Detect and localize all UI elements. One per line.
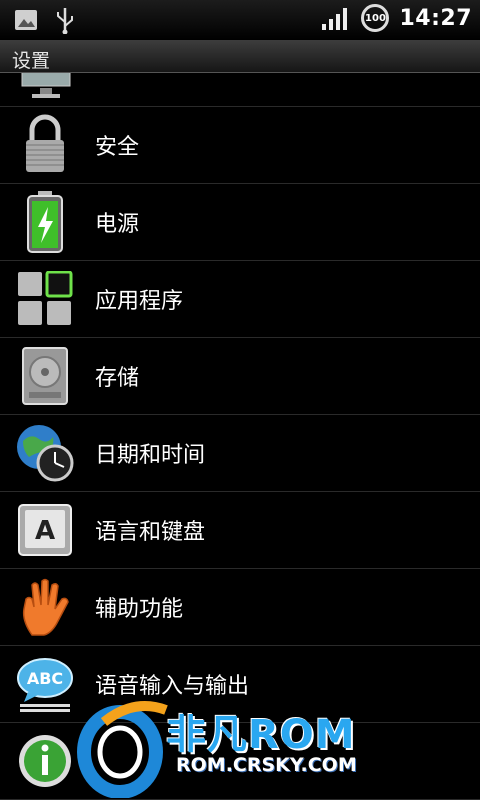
storage-icon — [22, 347, 68, 405]
watermark-url: ROM.CRSKY.COM — [176, 754, 357, 776]
notification-image-icon — [15, 10, 37, 30]
settings-item-label: 语言和键盘 — [95, 520, 206, 545]
svg-text:ABC: ABC — [27, 669, 63, 688]
settings-item-power[interactable]: 电源 — [0, 184, 480, 261]
globe-clock-icon — [17, 425, 74, 482]
settings-item-security[interactable]: 安全 — [0, 107, 480, 184]
battery-level-indicator: 100 — [361, 4, 390, 32]
watermark-logo: 非凡ROM ROM.CRSKY.COM — [74, 692, 414, 798]
speech-bubble-icon: ABC — [17, 658, 73, 712]
apps-icon — [18, 271, 73, 325]
battery-icon — [27, 191, 63, 253]
settings-item-label: 电源 — [95, 212, 140, 237]
settings-item-label: 辅助功能 — [95, 597, 184, 622]
settings-item-label: 安全 — [95, 135, 140, 160]
settings-item-date-time[interactable]: 日期和时间 — [0, 415, 480, 492]
settings-item-label: 存储 — [95, 366, 140, 391]
settings-item-label: 应用程序 — [95, 289, 184, 314]
settings-item-storage[interactable]: 存储 — [0, 338, 480, 415]
watermark-swirl-icon — [77, 701, 168, 798]
lock-icon — [26, 114, 64, 172]
usb-icon — [57, 8, 73, 34]
info-icon — [19, 735, 71, 787]
page-title: 设置 — [12, 50, 51, 72]
monitor-icon — [21, 70, 71, 98]
settings-item-applications[interactable]: 应用程序 — [0, 261, 480, 338]
keyboard-key-icon: A — [18, 504, 72, 556]
hand-icon — [22, 578, 69, 636]
settings-list[interactable]: 安全 电源 应用程序 存储 日期和时间 A 语言和键盘 辅助功能 ABC 语音输… — [0, 30, 480, 800]
settings-item-label: 日期和时间 — [95, 443, 206, 468]
settings-item-language-keyboard[interactable]: A 语言和键盘 — [0, 492, 480, 569]
svg-text:A: A — [35, 516, 55, 546]
signal-strength-icon — [322, 8, 348, 30]
clock: 14:27 — [399, 5, 472, 31]
status-bar: 100 14:27 — [0, 0, 480, 40]
watermark-brand: 非凡ROM — [166, 712, 356, 758]
title-bar: 设置 — [0, 40, 480, 73]
settings-item-accessibility[interactable]: 辅助功能 — [0, 569, 480, 646]
